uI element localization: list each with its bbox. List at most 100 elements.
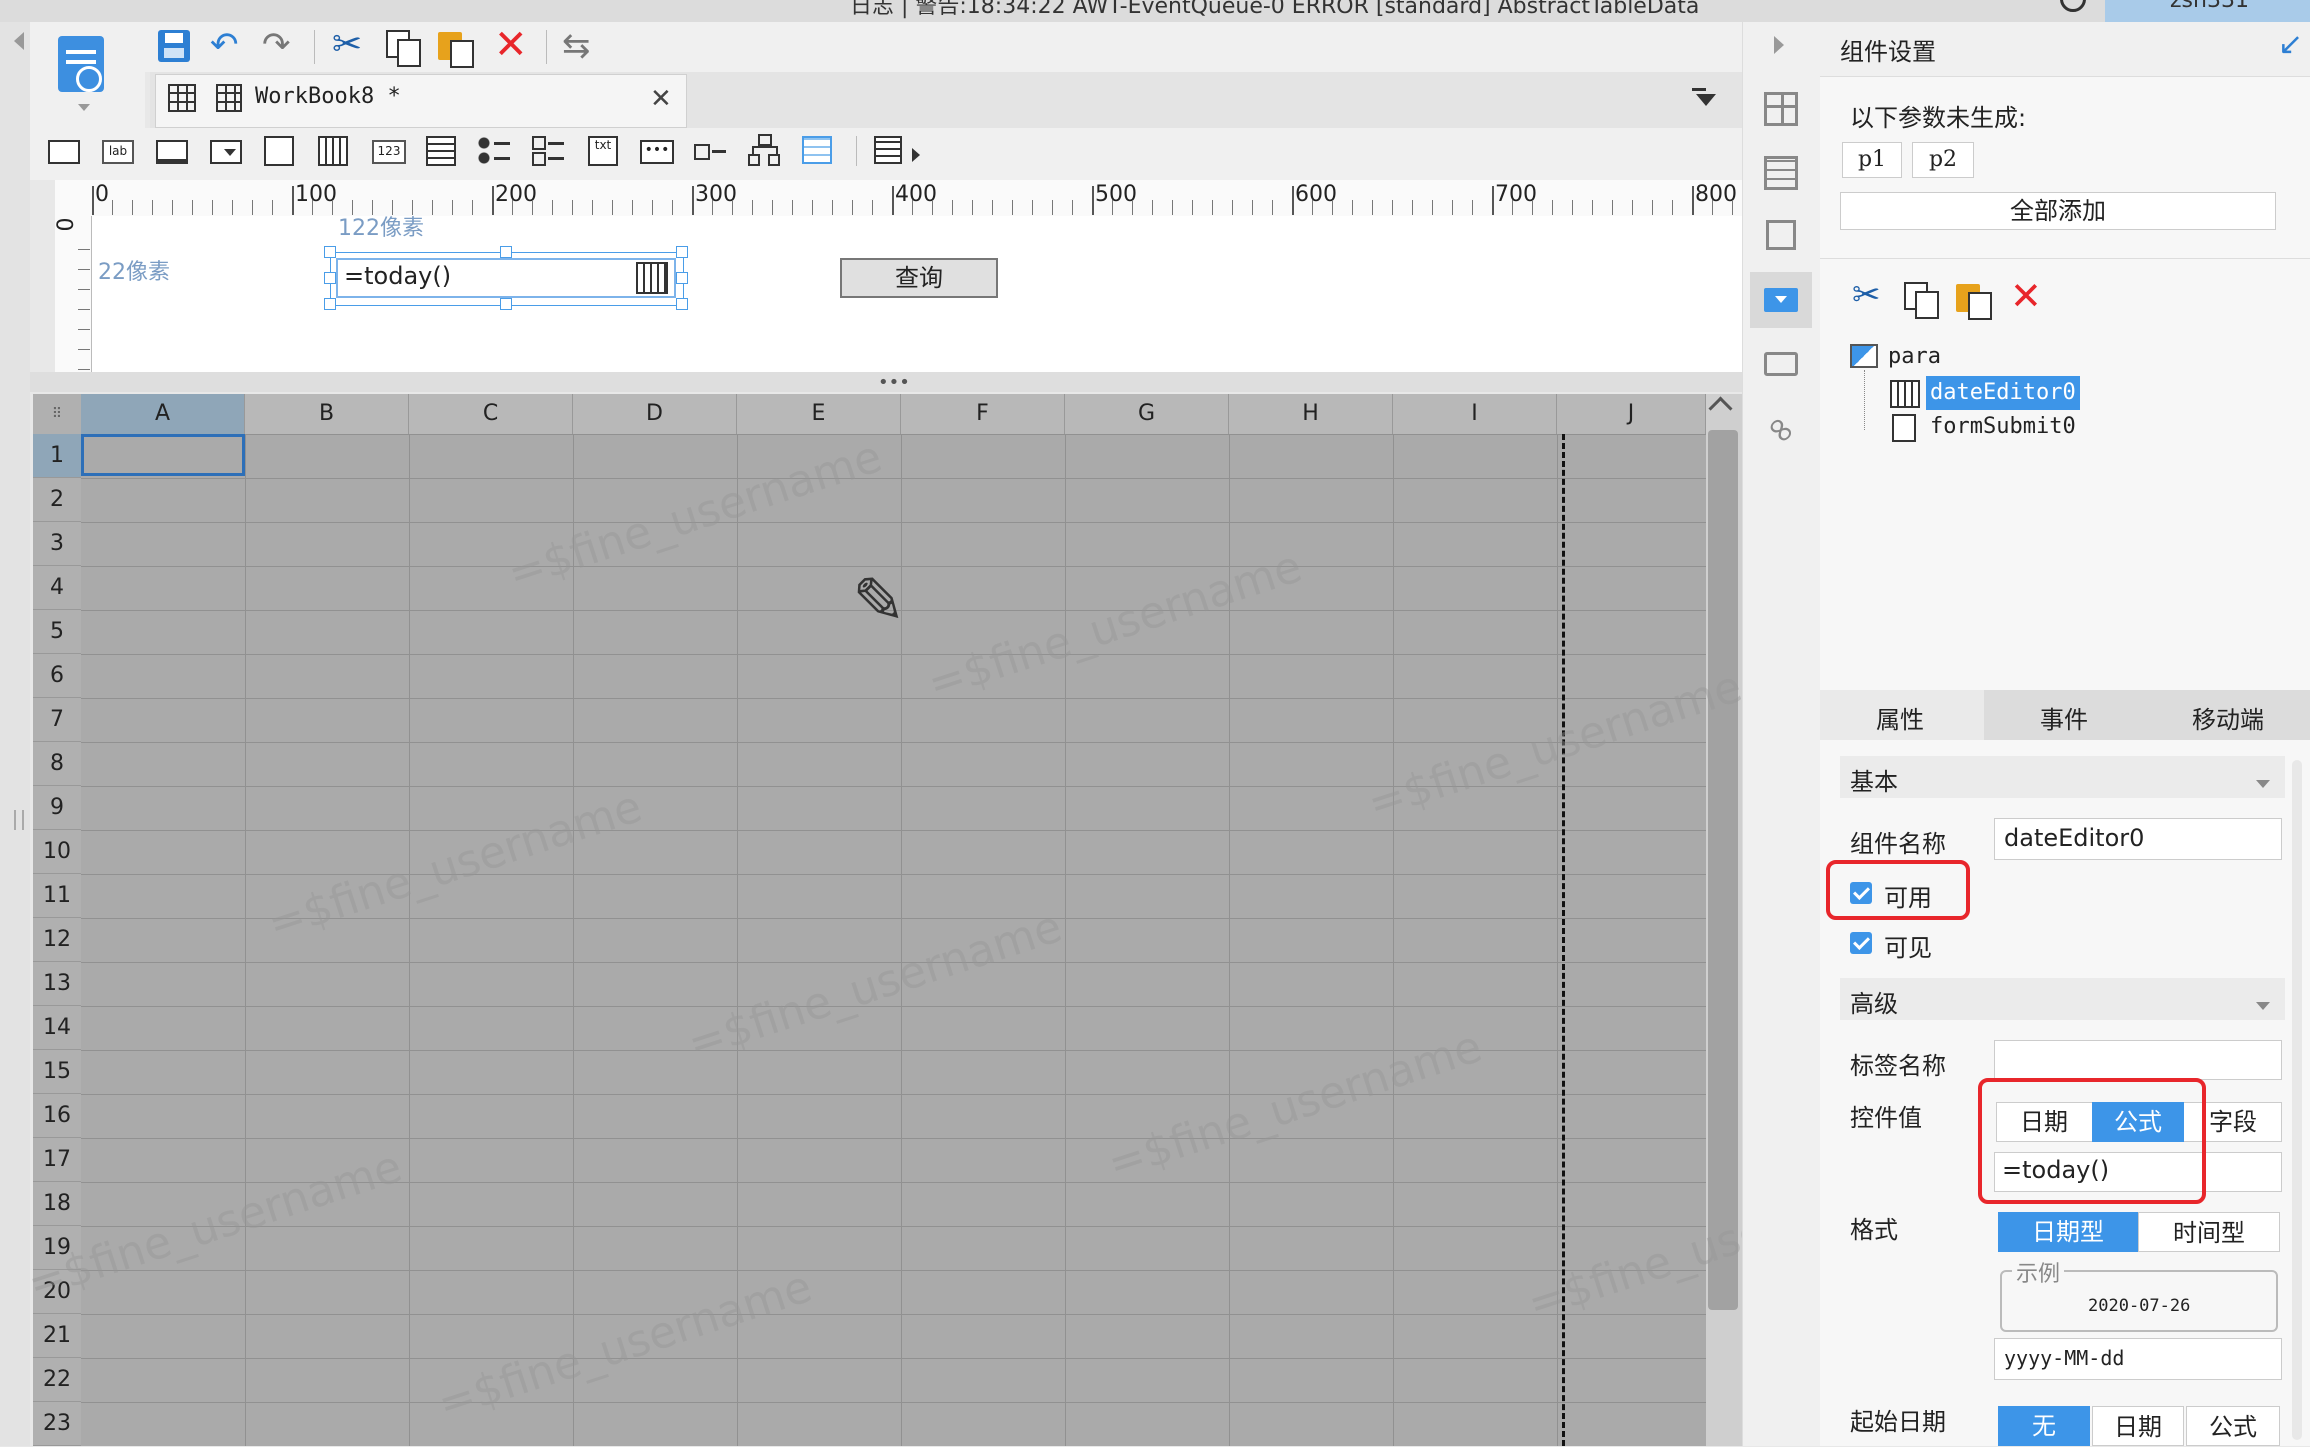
row-header[interactable]: 10 [33,830,81,874]
row-header[interactable]: 5 [33,610,81,654]
layout-icon[interactable] [1764,92,1798,126]
left-collapse-bar[interactable] [0,22,30,1446]
resize-handle[interactable] [676,246,688,258]
column-header[interactable]: E [737,394,901,434]
scrollbar-thumb[interactable] [1708,430,1738,1310]
template-icon[interactable] [58,36,104,92]
query-button[interactable]: 查询 [840,258,998,298]
widget-text-icon[interactable]: txt [588,136,618,166]
row-header[interactable]: 21 [33,1314,81,1358]
splitter-grip-icon[interactable]: ••• [878,374,910,392]
row-header[interactable]: 13 [33,962,81,1006]
row-header[interactable]: 23 [33,1402,81,1446]
widget-textarea-icon[interactable] [426,136,456,166]
calendar-icon[interactable] [636,262,668,294]
widget-panel-icon[interactable] [48,140,80,164]
copy-icon[interactable] [386,30,421,67]
delete-icon[interactable]: ✕ [494,22,528,68]
row-header[interactable]: 12 [33,918,81,962]
tag-name-field[interactable] [1994,1040,2282,1080]
resize-handle[interactable] [500,246,512,258]
widget-table-tree-icon[interactable] [802,136,832,164]
tab-events-label[interactable]: 事件 [2040,700,2088,735]
column-header[interactable]: C [409,394,573,434]
cut-icon[interactable]: ✂ [1852,276,1881,314]
widget-combo-icon[interactable] [210,140,242,164]
row-header[interactable]: 16 [33,1094,81,1138]
format-date-type[interactable]: 日期型 [1998,1212,2138,1252]
row-header[interactable]: 17 [33,1138,81,1182]
column-header[interactable]: F [901,394,1065,434]
paste-icon[interactable] [438,30,474,68]
paste-icon[interactable] [1956,282,1992,320]
tree-root[interactable]: para [1888,344,1941,369]
copy-icon[interactable] [1904,282,1939,319]
add-all-button[interactable]: 全部添加 [1840,192,2276,230]
column-header[interactable]: H [1229,394,1393,434]
widget-tree-icon[interactable] [748,134,780,166]
row-header[interactable]: 4 [33,566,81,610]
start-date-date[interactable]: 日期 [2092,1406,2184,1446]
row-header[interactable]: 1 [33,434,81,478]
widget-number-icon[interactable]: 123 [372,140,406,164]
close-tab-icon[interactable]: ✕ [650,84,672,114]
new-sheet-icon[interactable] [168,84,196,112]
row-header[interactable]: 14 [33,1006,81,1050]
tab-menu-icon[interactable] [1692,88,1716,110]
widget-combocheck-icon[interactable] [264,136,294,166]
section-advanced[interactable] [1840,978,2285,1020]
column-header[interactable]: J [1557,394,1706,434]
widget-checkboxgroup-icon[interactable] [532,136,566,166]
start-date-none[interactable]: 无 [1998,1406,2090,1446]
row-header[interactable]: 8 [33,742,81,786]
properties-scrollbar[interactable] [2292,760,2302,1440]
collapse-left-icon[interactable] [14,32,24,50]
tree-node-dateeditor[interactable]: dateEditor0 [1926,376,2080,410]
widget-date-icon[interactable] [318,136,348,166]
column-header[interactable]: D [573,394,737,434]
format-time-type[interactable]: 时间型 [2138,1212,2280,1252]
resize-handle[interactable] [324,272,336,284]
undo-icon[interactable]: ↶ [210,28,239,62]
enabled-checkbox[interactable] [1850,882,1872,904]
frame-icon[interactable] [1766,220,1796,250]
section-basic[interactable] [1840,756,2285,798]
section-basic-collapse-icon[interactable] [2256,780,2270,788]
param-button-p2[interactable]: p2 [1912,142,1974,178]
resize-handle[interactable] [500,298,512,310]
section-advanced-collapse-icon[interactable] [2256,1002,2270,1010]
selected-cell-a1[interactable] [81,434,245,476]
redo-icon[interactable]: ↷ [262,28,291,62]
widget-radio-icon[interactable] [478,136,512,166]
row-header[interactable]: 7 [33,698,81,742]
start-date-formula[interactable]: 公式 [2186,1406,2280,1446]
row-header[interactable]: 11 [33,874,81,918]
param-button-p1[interactable]: p1 [1842,142,1902,178]
select-all-corner[interactable]: ⠿ [33,394,81,434]
widget-management-icon[interactable] [1764,352,1798,376]
expand-right-icon[interactable] [1774,36,1784,54]
widget-button-icon[interactable] [156,140,188,164]
column-header[interactable]: I [1393,394,1557,434]
save-icon[interactable] [158,30,190,62]
resize-handle[interactable] [324,246,336,258]
tab-mobile-label[interactable]: 移动端 [2192,700,2264,735]
widget-more-icon[interactable] [874,136,902,164]
column-header[interactable]: A [81,394,245,434]
widget-password-icon[interactable]: ••• [640,140,674,164]
widget-label-icon[interactable]: lab [102,140,134,164]
resize-handle[interactable] [676,272,688,284]
row-header[interactable]: 18 [33,1182,81,1226]
delete-icon[interactable]: ✕ [2010,274,2042,318]
left-drag-handle[interactable] [14,810,24,830]
visible-checkbox[interactable] [1850,932,1872,954]
resize-handle[interactable] [676,298,688,310]
row-header[interactable]: 6 [33,654,81,698]
widget-checkbox-icon[interactable] [694,140,728,164]
template-dropdown-icon[interactable] [78,104,90,111]
row-header[interactable]: 2 [33,478,81,522]
row-header[interactable]: 22 [33,1358,81,1402]
row-header[interactable]: 9 [33,786,81,830]
column-header[interactable]: B [245,394,409,434]
row-header[interactable]: 15 [33,1050,81,1094]
